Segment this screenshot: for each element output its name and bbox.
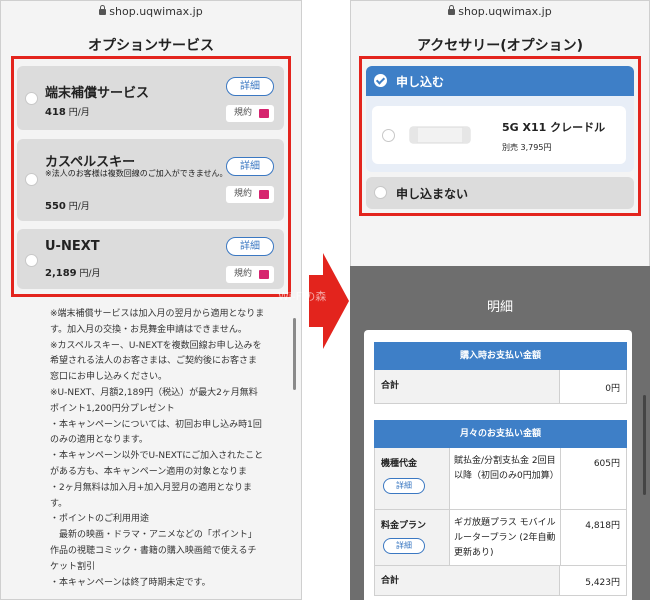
option-name: 端末補償サービス — [45, 86, 150, 101]
scrollbar[interactable] — [643, 395, 646, 495]
option-name: U-NEXT — [45, 239, 100, 254]
statement-modal-backdrop: 明細 購入時お支払い金額 合計 0円 月々のお支払い金額 機種代金 詳細 賦払金… — [350, 266, 650, 610]
product-price: 別売 3,795円 — [502, 143, 552, 152]
option-card-unext[interactable]: U-NEXT 2,189 円/月 詳細 規約 — [17, 229, 284, 289]
detail-button[interactable]: 詳細 — [226, 237, 274, 256]
url-text: shop.uqwimax.jp — [458, 5, 552, 18]
statement-card: 購入時お支払い金額 合計 0円 月々のお支払い金額 機種代金 詳細 賦払金/分割… — [364, 330, 632, 610]
section-title: オプションサービス — [88, 38, 214, 54]
watermark: Wi-Fiの森 — [278, 290, 327, 303]
detail-button[interactable]: 詳細 — [383, 538, 425, 554]
purchase-header: 購入時お支払い金額 — [374, 342, 627, 370]
no-apply-option[interactable]: 申し込まない — [366, 177, 634, 209]
url-bar[interactable]: shop.uqwimax.jp — [351, 1, 649, 23]
row-label: 機種代金 詳細 — [375, 448, 450, 509]
pdf-icon — [259, 109, 269, 118]
row-value: 0円 — [605, 384, 620, 394]
pdf-icon — [259, 270, 269, 279]
url-bar[interactable]: shop.uqwimax.jp — [1, 1, 301, 23]
section-title: アクセサリー(オプション) — [416, 38, 584, 54]
detail-button[interactable]: 詳細 — [226, 77, 274, 96]
row-value: 4,818円 — [585, 521, 620, 531]
product-name: 5G X11 クレードル — [502, 121, 606, 134]
radio-button[interactable] — [25, 254, 38, 267]
terms-button[interactable]: 規約 — [226, 105, 274, 122]
cell-divider — [560, 448, 561, 509]
option-note: ※法人のお客様は複数回線のご加入ができません。 — [45, 169, 228, 178]
apply-label: 申し込む — [396, 75, 445, 89]
terms-button[interactable]: 規約 — [226, 186, 274, 203]
notes-text: ※端末補償サービスは加入月の翌月から適用となりま す。加入月の交換・お見舞金申請は… — [50, 309, 265, 588]
row-description: ギガ放題プラス モバイルルータープラン (2年自動更新あり) — [454, 518, 556, 558]
no-apply-label: 申し込まない — [396, 187, 469, 201]
scrollbar[interactable] — [293, 318, 296, 390]
option-card-device-insurance[interactable]: 端末補償サービス 418 円/月 詳細 規約 — [17, 66, 284, 130]
option-price: 418 円/月 — [45, 107, 90, 118]
row-value: 5,423円 — [585, 578, 620, 588]
device-cost-row: 機種代金 詳細 賦払金/分割支払金 2回目以降（初回のみ0円加算） 605円 — [374, 448, 627, 510]
row-value: 605円 — [593, 459, 620, 469]
monthly-total-row: 合計 5,423円 — [374, 566, 627, 596]
terms-button[interactable]: 規約 — [226, 266, 274, 283]
purchase-total-row: 合計 0円 — [374, 370, 627, 404]
url-text: shop.uqwimax.jp — [109, 5, 203, 18]
row-label: 料金プラン 詳細 — [375, 510, 450, 565]
pdf-icon — [259, 190, 269, 199]
apply-option-selected[interactable]: 申し込む — [366, 66, 634, 96]
row-label: 合計 — [375, 566, 560, 595]
radio-button[interactable] — [374, 186, 387, 199]
option-price: 2,189 円/月 — [45, 268, 101, 279]
row-description: 賦払金/分割支払金 2回目以降（初回のみ0円加算） — [454, 456, 559, 481]
lock-icon — [448, 5, 456, 15]
plan-row: 料金プラン 詳細 ギガ放題プラス モバイルルータープラン (2年自動更新あり) … — [374, 510, 627, 566]
check-circle-icon — [374, 74, 387, 87]
cradle-image — [409, 126, 471, 144]
radio-button[interactable] — [25, 92, 38, 105]
radio-button[interactable] — [25, 173, 38, 186]
row-label: 合計 — [375, 370, 560, 403]
product-card[interactable]: 5G X11 クレードル 別売 3,795円 — [372, 106, 626, 164]
monthly-header: 月々のお支払い金額 — [374, 420, 627, 448]
detail-button[interactable]: 詳細 — [383, 478, 425, 494]
radio-button[interactable] — [382, 129, 395, 142]
statement-title: 明細 — [486, 300, 513, 315]
lock-icon — [99, 5, 107, 15]
product-area: 5G X11 クレードル 別売 3,795円 — [366, 96, 634, 172]
option-card-kaspersky[interactable]: カスペルスキー ※法人のお客様は複数回線のご加入ができません。 550 円/月 … — [17, 139, 284, 221]
option-price: 550 円/月 — [45, 201, 90, 212]
cell-divider — [560, 510, 561, 565]
detail-button[interactable]: 詳細 — [226, 157, 274, 176]
